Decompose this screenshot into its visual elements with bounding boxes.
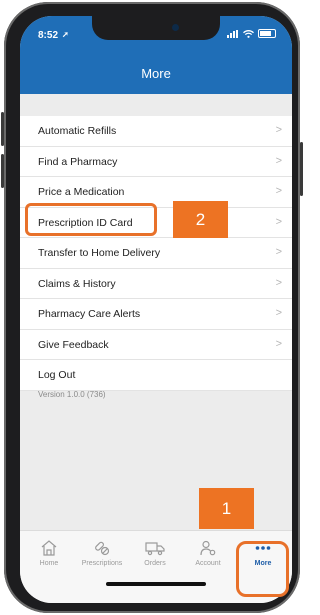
tab-orders[interactable]: Orders: [130, 537, 180, 567]
account-icon: [200, 540, 216, 556]
wifi-icon: [243, 29, 254, 38]
menu-item-label: Give Feedback: [38, 338, 109, 351]
page-title: More: [141, 66, 171, 81]
notch: [92, 16, 220, 40]
tab-label: Home: [39, 560, 59, 567]
callout-number-2: 2: [173, 201, 228, 238]
menu-item-give-feedback[interactable]: Give Feedback >: [20, 330, 292, 360]
chevron-right-icon: >: [275, 215, 282, 228]
menu-item-label: Pharmacy Care Alerts: [38, 308, 141, 320]
menu-item-automatic-refills[interactable]: Automatic Refills >: [20, 116, 292, 147]
truck-icon: [145, 542, 165, 556]
callout-highlight-more-tab: [236, 541, 289, 597]
tab-account[interactable]: Account: [183, 537, 233, 567]
location-arrow-icon: ➚: [62, 30, 69, 39]
chevron-right-icon: >: [275, 185, 282, 197]
phone-frame: 8:52 ➚ More Automatic Refills > Find a P…: [1, 2, 303, 613]
volume-up-button: [1, 112, 4, 146]
menu-item-label: Find a Pharmacy: [38, 155, 118, 168]
menu-item-label: Transfer to Home Delivery: [38, 247, 161, 259]
menu-item-label: Log Out: [38, 369, 76, 381]
menu-list: Automatic Refills > Find a Pharmacy > Pr…: [20, 116, 292, 391]
menu-item-label: Claims & History: [38, 277, 116, 290]
battery-icon: [258, 29, 276, 38]
chevron-right-icon: >: [275, 307, 282, 319]
pills-icon: [95, 541, 110, 556]
home-icon: [41, 540, 57, 556]
chevron-right-icon: >: [275, 246, 282, 258]
version-text: Version 1.0.0 (736): [38, 390, 106, 399]
tab-label: Prescriptions: [81, 560, 123, 567]
tab-label: Orders: [144, 560, 166, 567]
status-icons: [227, 29, 276, 38]
power-button: [300, 142, 303, 196]
menu-item-transfer-to-home-delivery[interactable]: Transfer to Home Delivery >: [20, 238, 292, 269]
app-header: 8:52 ➚ More: [20, 16, 292, 94]
callout-number-1: 1: [199, 488, 254, 529]
status-time: 8:52: [38, 30, 59, 41]
menu-item-find-a-pharmacy[interactable]: Find a Pharmacy >: [20, 147, 292, 177]
chevron-right-icon: >: [275, 276, 282, 289]
callout-highlight-prescription-id-card: [25, 203, 157, 236]
home-indicator: [106, 582, 206, 586]
menu-item-label: Automatic Refills: [38, 125, 117, 137]
chevron-right-icon: >: [275, 124, 282, 136]
chevron-right-icon: >: [275, 154, 282, 167]
camera: [172, 24, 179, 31]
volume-down-button: [1, 154, 4, 188]
signal-icon: [227, 29, 238, 38]
tab-home[interactable]: Home: [24, 537, 74, 567]
menu-item-label: Price a Medication: [38, 186, 125, 198]
tab-prescriptions[interactable]: Prescriptions: [77, 537, 127, 567]
menu-item-log-out[interactable]: Log Out: [20, 360, 292, 391]
tab-label: Account: [195, 560, 221, 567]
chevron-right-icon: >: [275, 337, 282, 350]
menu-item-claims-history[interactable]: Claims & History >: [20, 269, 292, 299]
menu-item-pharmacy-care-alerts[interactable]: Pharmacy Care Alerts >: [20, 299, 292, 330]
